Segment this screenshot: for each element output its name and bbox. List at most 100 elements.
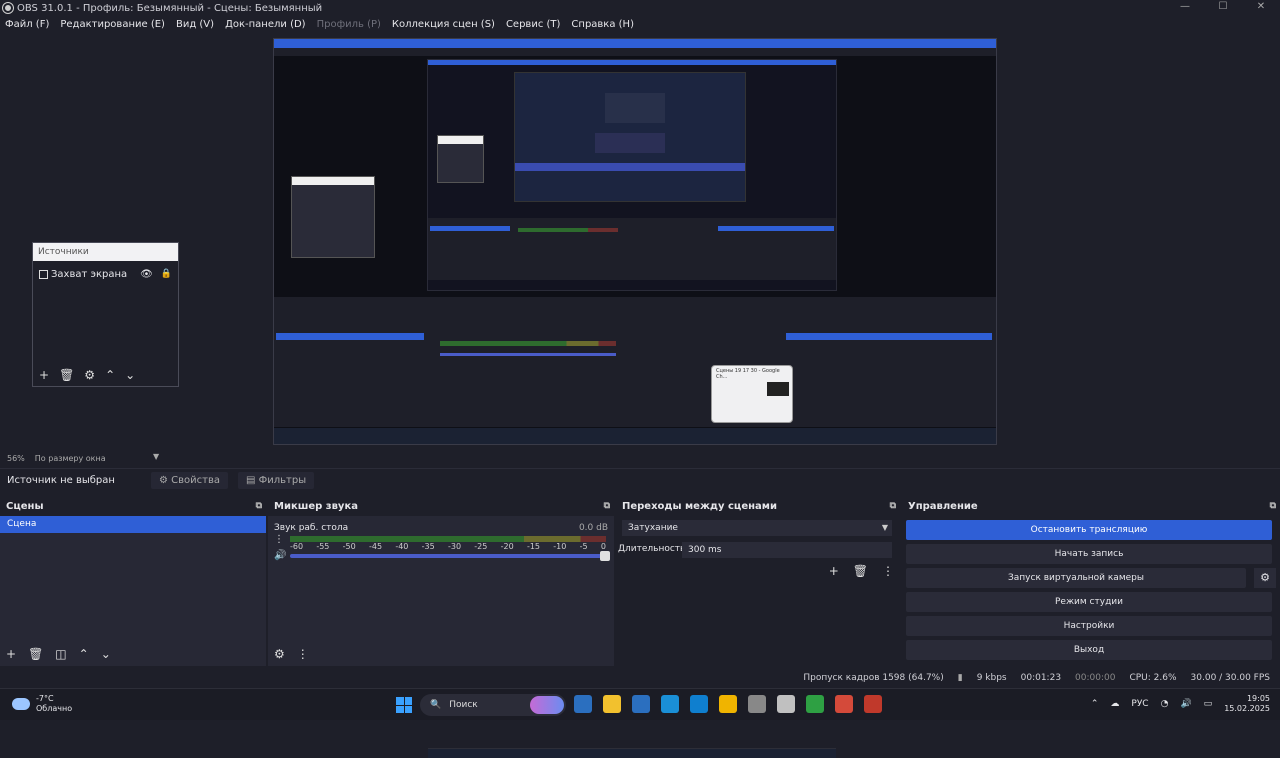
maximize-button[interactable]: ☐	[1204, 0, 1242, 16]
no-source-label: Источник не выбран	[7, 475, 115, 486]
minimize-button[interactable]: —	[1166, 0, 1204, 16]
duration-input[interactable]: 300 ms	[682, 542, 892, 558]
taskbar-app-icon[interactable]	[806, 695, 824, 713]
volume-icon[interactable]: 🔊	[1180, 699, 1191, 709]
taskbar-app-icon[interactable]	[864, 695, 882, 713]
nested-menu-bar	[274, 48, 996, 56]
more-icon[interactable]: ⋮	[882, 564, 894, 578]
more-icon[interactable]: ⋮	[297, 647, 309, 661]
start-virtual-camera-button[interactable]: Запуск виртуальной камеры	[906, 568, 1246, 588]
filters-button: ▤ Фильтры	[238, 472, 315, 489]
add-icon[interactable]: +	[829, 564, 839, 578]
zoom-bar: 56% По размеру окна ▼	[0, 452, 1280, 464]
search-icon: 🔍	[430, 700, 442, 710]
more-icon[interactable]: ⋮	[274, 532, 286, 548]
lock-icon[interactable]: 🔒	[161, 269, 172, 279]
scene-item[interactable]: Сцена	[0, 516, 266, 533]
volume-slider[interactable]	[290, 551, 610, 561]
exit-button[interactable]: Выход	[906, 640, 1272, 660]
taskbar-app-icon[interactable]	[748, 695, 766, 713]
transitions-toolbar: + 🗑 ⋮	[829, 564, 894, 578]
gear-icon[interactable]: ⚙	[274, 647, 285, 661]
controls-body: Остановить трансляцию Начать запись Запу…	[902, 516, 1280, 666]
tray-app-icon[interactable]: ☁	[1110, 699, 1119, 709]
menu-help[interactable]: Справка (H)	[571, 19, 634, 30]
taskbar-app-icon[interactable]	[574, 695, 592, 713]
nested-capture-preview	[273, 38, 997, 758]
transitions-title: Переходы между сценами	[622, 500, 777, 512]
dropped-frames: Пропуск кадров 1598 (64.7%)	[803, 673, 944, 683]
menu-edit[interactable]: Редактирование (E)	[60, 19, 165, 30]
source-item[interactable]: Захват экрана 👁 🔒	[33, 261, 178, 287]
speaker-icon[interactable]: 🔊	[274, 548, 286, 564]
nested-taskbar	[274, 428, 996, 444]
taskbar-search[interactable]: 🔍 Поиск	[420, 694, 566, 716]
undock-icon[interactable]: ⧉	[604, 501, 610, 511]
menu-profile: Профиль (P)	[316, 18, 381, 30]
trash-icon[interactable]: 🗑	[59, 368, 74, 382]
chevron-down-icon[interactable]: ▼	[153, 452, 159, 461]
mixer-title: Микшер звука	[274, 500, 358, 512]
taskbar-app-icon[interactable]	[719, 695, 737, 713]
meter-tick-label: -35	[421, 542, 435, 551]
preview-canvas[interactable]: Сцены 19 17 30 - Google Ch... Источники …	[0, 32, 1280, 758]
start-recording-button[interactable]: Начать запись	[906, 544, 1272, 564]
gear-icon[interactable]: ⚙	[84, 368, 95, 382]
duration-label: Длительность	[618, 544, 686, 554]
track-level: 0.0 dB	[578, 523, 608, 533]
window-title: OBS 31.0.1 - Профиль: Безымянный - Сцены…	[17, 2, 323, 14]
undock-icon[interactable]: ⧉	[1270, 501, 1276, 511]
undock-icon[interactable]: ⧉	[256, 501, 262, 511]
filter-icon[interactable]: ◫	[55, 647, 66, 661]
mixer-toolbar: ⚙ ⋮	[274, 647, 309, 661]
controls-dock: Управление ⧉ Остановить трансляцию Начать…	[902, 498, 1280, 666]
nested-inner-window	[427, 59, 837, 758]
taskbar-clock[interactable]: 19:05 15.02.2025	[1224, 694, 1270, 714]
trash-icon[interactable]: 🗑	[28, 647, 43, 661]
transition-select[interactable]: Затухание ▼	[622, 520, 892, 536]
wifi-icon[interactable]: ◔	[1161, 699, 1169, 709]
menu-tools[interactable]: Сервис (T)	[506, 19, 560, 30]
undock-icon[interactable]: ⧉	[890, 501, 896, 511]
properties-button: ⚙ Свойства	[151, 472, 228, 489]
chevron-up-icon[interactable]: ⌃	[1091, 699, 1099, 709]
taskbar-app-icon[interactable]	[603, 695, 621, 713]
meter-tick-label: -15	[526, 542, 541, 551]
volume-slider-handle[interactable]	[600, 551, 610, 561]
chevron-up-icon[interactable]: ⌃	[105, 368, 115, 382]
add-icon[interactable]: +	[6, 647, 16, 661]
chevron-up-icon[interactable]: ⌃	[79, 647, 89, 661]
taskbar-app-icon[interactable]	[661, 695, 679, 713]
taskbar-app-icon[interactable]	[835, 695, 853, 713]
context-bar: Источник не выбран ⚙ Свойства ▤ Фильтры	[0, 468, 1280, 492]
meter-tick-label: -55	[316, 542, 330, 551]
taskbar-apps	[574, 695, 882, 713]
stream-time: 00:01:23	[1020, 673, 1062, 683]
taskbar-app-icon[interactable]	[690, 695, 708, 713]
menu-view[interactable]: Вид (V)	[176, 19, 214, 30]
search-label: Поиск	[449, 700, 478, 710]
taskbar-app-icon[interactable]	[632, 695, 650, 713]
windows-start-icon[interactable]	[396, 697, 412, 713]
menu-file[interactable]: Файл (F)	[5, 19, 49, 30]
close-button[interactable]: ✕	[1242, 0, 1280, 16]
chevron-down-icon[interactable]: ⌄	[101, 647, 111, 661]
cpu-usage: CPU: 2.6%	[1129, 673, 1177, 683]
settings-button[interactable]: Настройки	[906, 616, 1272, 636]
battery-icon[interactable]: ▭	[1204, 699, 1213, 709]
gear-icon[interactable]: ⚙	[1254, 568, 1276, 588]
add-icon[interactable]: +	[39, 368, 49, 382]
studio-mode-button[interactable]: Режим студии	[906, 592, 1272, 612]
eye-icon[interactable]: 👁	[140, 269, 153, 280]
menu-docks[interactable]: Док-панели (D)	[225, 19, 306, 30]
menu-scene-collection[interactable]: Коллекция сцен (S)	[392, 19, 495, 30]
nested-inner-docks	[428, 218, 836, 280]
taskbar-app-icon[interactable]	[777, 695, 795, 713]
language-indicator[interactable]: РУС	[1131, 699, 1148, 709]
trash-icon[interactable]: 🗑	[853, 564, 868, 578]
stop-streaming-button[interactable]: Остановить трансляцию	[906, 520, 1272, 540]
chevron-down-icon[interactable]: ⌄	[125, 368, 135, 382]
zoom-mode[interactable]: По размеру окна	[35, 454, 106, 463]
meter-tick-label: -30	[447, 542, 462, 551]
weather-widget[interactable]: -7°C Облачно	[12, 694, 72, 714]
